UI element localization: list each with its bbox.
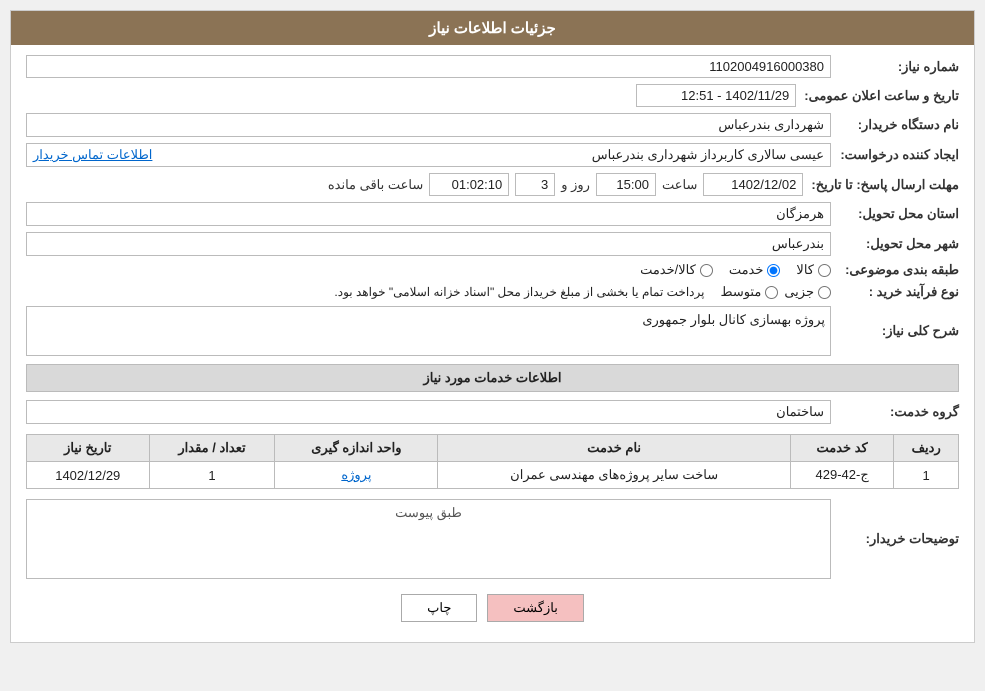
category-option-kala-khedmat: کالا/خدمت xyxy=(640,262,713,278)
province-value: هرمزگان xyxy=(26,202,831,226)
card-body: شماره نیاز: 1102004916000380 تاریخ و ساع… xyxy=(11,45,974,642)
send-day-value: 3 xyxy=(515,173,555,196)
send-date-value: 1402/12/02 xyxy=(703,173,803,196)
creator-value: عیسی سالاری کاربرداز شهرداری بندرعباس xyxy=(592,147,824,163)
process-content: جزیی متوسط پرداخت تمام یا بخشی از مبلغ خ… xyxy=(334,284,831,300)
process-radio-jozii[interactable] xyxy=(818,286,831,299)
announce-label: تاریخ و ساعت اعلان عمومی: xyxy=(804,88,959,104)
province-row: استان محل تحویل: هرمزگان xyxy=(26,202,959,226)
col-header-row-num: ردیف xyxy=(894,435,959,462)
need-desc-value: پروژه بهسازی کانال بلوار جمهوری xyxy=(26,306,831,356)
process-label-motavasset: متوسط xyxy=(720,284,761,300)
send-day-label: روز و xyxy=(561,177,590,193)
buyer-org-label: نام دستگاه خریدار: xyxy=(839,117,959,133)
col-header-unit: واحد اندازه گیری xyxy=(275,435,438,462)
remaining-value: 01:02:10 xyxy=(429,173,509,196)
creator-row: ایجاد کننده درخواست: عیسی سالاری کاربردا… xyxy=(26,143,959,167)
card-header: جزئیات اطلاعات نیاز xyxy=(11,11,974,45)
table-header-row: ردیف کد خدمت نام خدمت واحد اندازه گیری ت… xyxy=(27,435,959,462)
page-wrapper: جزئیات اطلاعات نیاز شماره نیاز: 11020049… xyxy=(0,0,985,653)
buyer-desc-row: توضیحات خریدار: طبق پیوست xyxy=(26,499,959,579)
category-radio-khedmat[interactable] xyxy=(767,264,780,277)
category-option-khedmat: خدمت xyxy=(729,262,781,278)
category-label-khedmat: خدمت xyxy=(729,262,764,278)
unit-link[interactable]: پروژه xyxy=(341,467,371,482)
announce-value: 1402/11/29 - 12:51 xyxy=(636,84,796,107)
announce-row: تاریخ و ساعت اعلان عمومی: 1402/11/29 - 1… xyxy=(26,84,959,107)
process-radio-motavasset[interactable] xyxy=(765,286,778,299)
category-radio-group: کالا خدمت کالا/خدمت xyxy=(640,262,831,278)
service-group-row: گروه خدمت: ساختمان xyxy=(26,400,959,424)
process-label-jozii: جزیی xyxy=(784,284,814,300)
contact-info-link[interactable]: اطلاعات تماس خریدار xyxy=(33,147,152,163)
buyer-desc-box: طبق پیوست xyxy=(26,499,831,579)
send-date-label: مهلت ارسال پاسخ: تا تاریخ: xyxy=(811,177,959,193)
print-button[interactable]: چاپ xyxy=(401,594,477,622)
send-date-fields: 1402/12/02 ساعت 15:00 روز و 3 01:02:10 س… xyxy=(26,173,803,196)
service-group-label: گروه خدمت: xyxy=(839,404,959,420)
process-text: پرداخت تمام یا بخشی از مبلغ خریداز محل "… xyxy=(334,285,704,299)
page-title: جزئیات اطلاعات نیاز xyxy=(429,20,556,37)
city-value: بندرعباس xyxy=(26,232,831,256)
buyer-org-row: نام دستگاه خریدار: شهرداری بندرعباس xyxy=(26,113,959,137)
col-header-service-name: نام خدمت xyxy=(438,435,791,462)
category-label: طبقه بندی موضوعی: xyxy=(839,262,959,278)
need-desc-label: شرح کلی نیاز: xyxy=(839,323,959,339)
cell-row-num: 1 xyxy=(894,462,959,489)
send-date-row: مهلت ارسال پاسخ: تا تاریخ: 1402/12/02 سا… xyxy=(26,173,959,196)
send-time-label: ساعت xyxy=(662,177,697,193)
remaining-label: ساعت باقی مانده xyxy=(328,177,423,193)
category-radio-kala-khedmat[interactable] xyxy=(700,264,713,277)
service-group-value: ساختمان xyxy=(26,400,831,424)
table-row: 1 ج-42-429 ساخت سایر پروژه‌های مهندسی عم… xyxy=(27,462,959,489)
process-option-motavasset: متوسط xyxy=(720,284,778,300)
main-card: جزئیات اطلاعات نیاز شماره نیاز: 11020049… xyxy=(10,10,975,643)
category-label-kala-khedmat: کالا/خدمت xyxy=(640,262,696,278)
button-row: بازگشت چاپ xyxy=(26,594,959,622)
back-button[interactable]: بازگشت xyxy=(487,594,583,622)
category-option-kala: کالا xyxy=(796,262,831,278)
need-number-label: شماره نیاز: xyxy=(839,59,959,75)
services-table: ردیف کد خدمت نام خدمت واحد اندازه گیری ت… xyxy=(26,434,959,489)
cell-date: 1402/12/29 xyxy=(27,462,150,489)
buyer-org-value: شهرداری بندرعباس xyxy=(26,113,831,137)
buyer-desc-label: توضیحات خریدار: xyxy=(839,531,959,547)
col-header-quantity: تعداد / مقدار xyxy=(149,435,275,462)
city-label: شهر محل تحویل: xyxy=(839,236,959,252)
col-header-service-code: کد خدمت xyxy=(790,435,893,462)
need-desc-row: شرح کلی نیاز: پروژه بهسازی کانال بلوار ج… xyxy=(26,306,959,356)
city-row: شهر محل تحویل: بندرعباس xyxy=(26,232,959,256)
services-section-header: اطلاعات خدمات مورد نیاز xyxy=(26,364,959,392)
province-label: استان محل تحویل: xyxy=(839,206,959,222)
cell-quantity: 1 xyxy=(149,462,275,489)
need-number-row: شماره نیاز: 1102004916000380 xyxy=(26,55,959,78)
col-header-date: تاریخ نیاز xyxy=(27,435,150,462)
category-label-kala: کالا xyxy=(796,262,814,278)
category-radio-kala[interactable] xyxy=(818,264,831,277)
buyer-desc-inner-label: طبق پیوست xyxy=(32,505,825,521)
send-time-value: 15:00 xyxy=(596,173,656,196)
cell-service-code: ج-42-429 xyxy=(790,462,893,489)
process-row: نوع فرآیند خرید : جزیی متوسط پرداخت تمام… xyxy=(26,284,959,300)
category-row: طبقه بندی موضوعی: کالا خدمت کالا/خدمت xyxy=(26,262,959,278)
process-option-jozii: جزیی xyxy=(784,284,831,300)
services-table-section: ردیف کد خدمت نام خدمت واحد اندازه گیری ت… xyxy=(26,434,959,489)
need-number-value: 1102004916000380 xyxy=(26,55,831,78)
creator-label: ایجاد کننده درخواست: xyxy=(839,147,959,163)
cell-service-name: ساخت سایر پروژه‌های مهندسی عمران xyxy=(438,462,791,489)
creator-value-box: عیسی سالاری کاربرداز شهرداری بندرعباس اط… xyxy=(26,143,831,167)
process-type-label: نوع فرآیند خرید : xyxy=(839,284,959,300)
cell-unit: پروژه xyxy=(275,462,438,489)
